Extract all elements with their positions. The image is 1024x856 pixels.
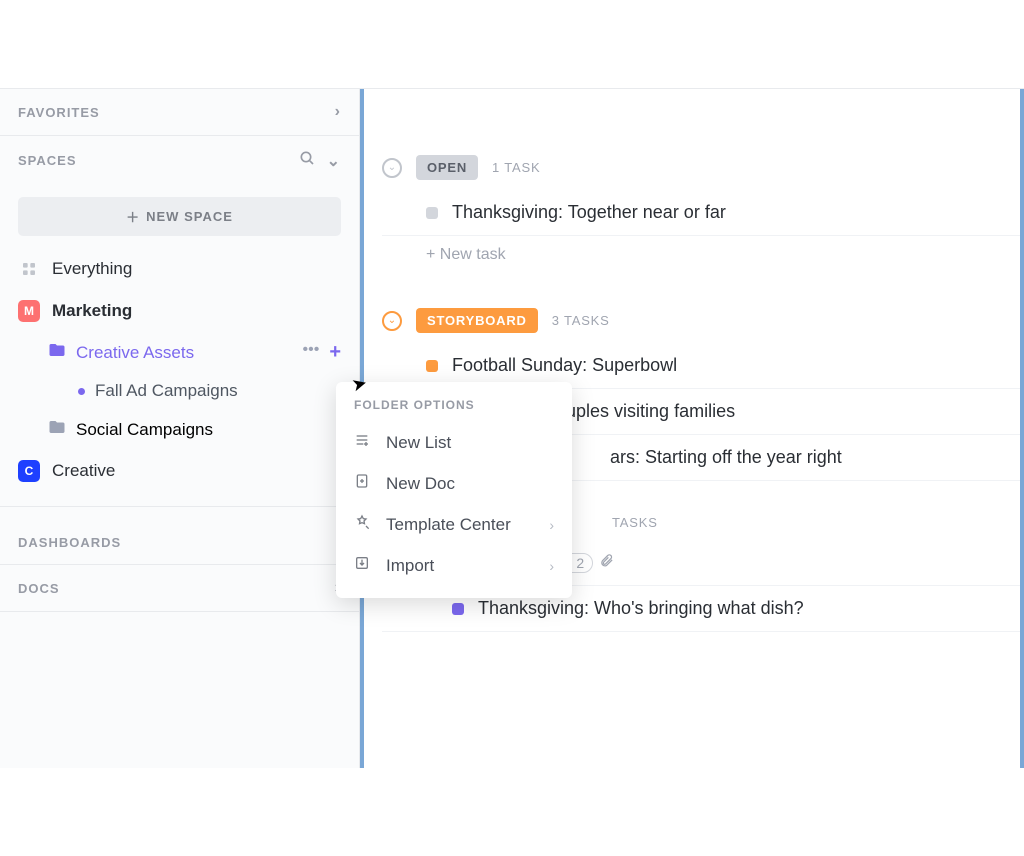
add-icon[interactable]: + (329, 341, 341, 364)
task-count-open: 1 TASK (492, 160, 540, 175)
dashboards-header[interactable]: DASHBOARDS (0, 521, 359, 565)
list-fall-ad-campaigns[interactable]: Fall Ad Campaigns (0, 373, 359, 409)
creative-assets-label: Creative Assets (76, 343, 194, 363)
favorites-label: FAVORITES (18, 105, 100, 120)
task-title: Football Sunday: Superbowl (452, 355, 677, 376)
task-row[interactable]: Thanksgiving: Together near or far (382, 190, 1020, 236)
sidebar: FAVORITES › SPACES ⌄ ＋ NEW SPACE Everyth… (0, 89, 360, 768)
task-title: Thanksgiving: Together near or far (452, 202, 726, 223)
everything-label: Everything (52, 259, 132, 279)
task-title: Thanksgiving: Who's bringing what dish? (478, 598, 804, 619)
folder-social-campaigns[interactable]: Social Campaigns (0, 409, 359, 450)
menu-label: New List (386, 433, 451, 453)
menu-item-new-list[interactable]: New List (336, 422, 572, 463)
docs-label: DOCS (18, 581, 60, 596)
folder-icon (48, 418, 66, 441)
menu-item-template-center[interactable]: Template Center › (336, 504, 572, 545)
divider (0, 506, 359, 507)
task-count-storyboard: 3 TASKS (552, 313, 610, 328)
spaces-label: SPACES (18, 153, 77, 168)
menu-label: Template Center (386, 515, 511, 535)
fall-ad-label: Fall Ad Campaigns (95, 381, 238, 401)
collapse-toggle-icon[interactable]: ⌄ (382, 158, 402, 178)
folder-icon (48, 341, 66, 364)
sidebar-item-marketing[interactable]: M Marketing (0, 290, 359, 332)
new-space-label: NEW SPACE (146, 209, 233, 224)
menu-title: FOLDER OPTIONS (336, 394, 572, 422)
new-task-button[interactable]: + New task (382, 236, 1020, 274)
spaces-header: SPACES ⌄ (0, 136, 359, 185)
creative-label: Creative (52, 461, 115, 481)
list-icon (354, 432, 372, 453)
status-group-open: ⌄ OPEN 1 TASK Thanksgiving: Together nea… (382, 149, 1020, 274)
menu-label: Import (386, 556, 434, 576)
marketing-space-icon: M (18, 300, 40, 322)
more-icon[interactable]: ••• (303, 341, 320, 364)
list-dot-icon (78, 388, 85, 395)
dashboards-label: DASHBOARDS (18, 535, 121, 550)
collapse-toggle-icon[interactable]: ⌄ (382, 311, 402, 331)
creative-space-icon: C (18, 460, 40, 482)
new-space-button[interactable]: ＋ NEW SPACE (18, 197, 341, 236)
docs-header[interactable]: DOCS › (0, 565, 359, 612)
sidebar-item-creative[interactable]: C Creative (0, 450, 359, 492)
chevron-right-icon: › (549, 517, 554, 533)
grid-icon (18, 258, 40, 280)
status-badge-open[interactable]: OPEN (416, 155, 478, 180)
task-count-extra: TASKS (612, 515, 658, 530)
folder-options-menu: FOLDER OPTIONS New List New Doc Template… (336, 382, 572, 598)
menu-item-import[interactable]: Import › (336, 545, 572, 586)
task-title-fragment: ars: Starting off the year right (610, 447, 842, 468)
chevron-right-icon: › (549, 558, 554, 574)
status-square-icon (426, 207, 438, 219)
doc-icon (354, 473, 372, 494)
search-icon[interactable] (299, 150, 315, 171)
plus-icon: ＋ (126, 207, 140, 226)
import-icon (354, 555, 372, 576)
menu-label: New Doc (386, 474, 455, 494)
social-campaigns-label: Social Campaigns (76, 420, 213, 440)
folder-creative-assets[interactable]: Creative Assets ••• + (0, 332, 359, 373)
marketing-label: Marketing (52, 301, 132, 321)
sidebar-item-everything[interactable]: Everything (0, 248, 359, 290)
attachment-icon[interactable] (599, 553, 614, 572)
favorites-header[interactable]: FAVORITES › (0, 89, 359, 136)
chevron-right-icon: › (335, 103, 341, 121)
chevron-down-icon[interactable]: ⌄ (327, 151, 341, 171)
status-square-icon (452, 603, 464, 615)
template-icon (354, 514, 372, 535)
menu-item-new-doc[interactable]: New Doc (336, 463, 572, 504)
status-square-icon (426, 360, 438, 372)
status-badge-storyboard[interactable]: STORYBOARD (416, 308, 538, 333)
